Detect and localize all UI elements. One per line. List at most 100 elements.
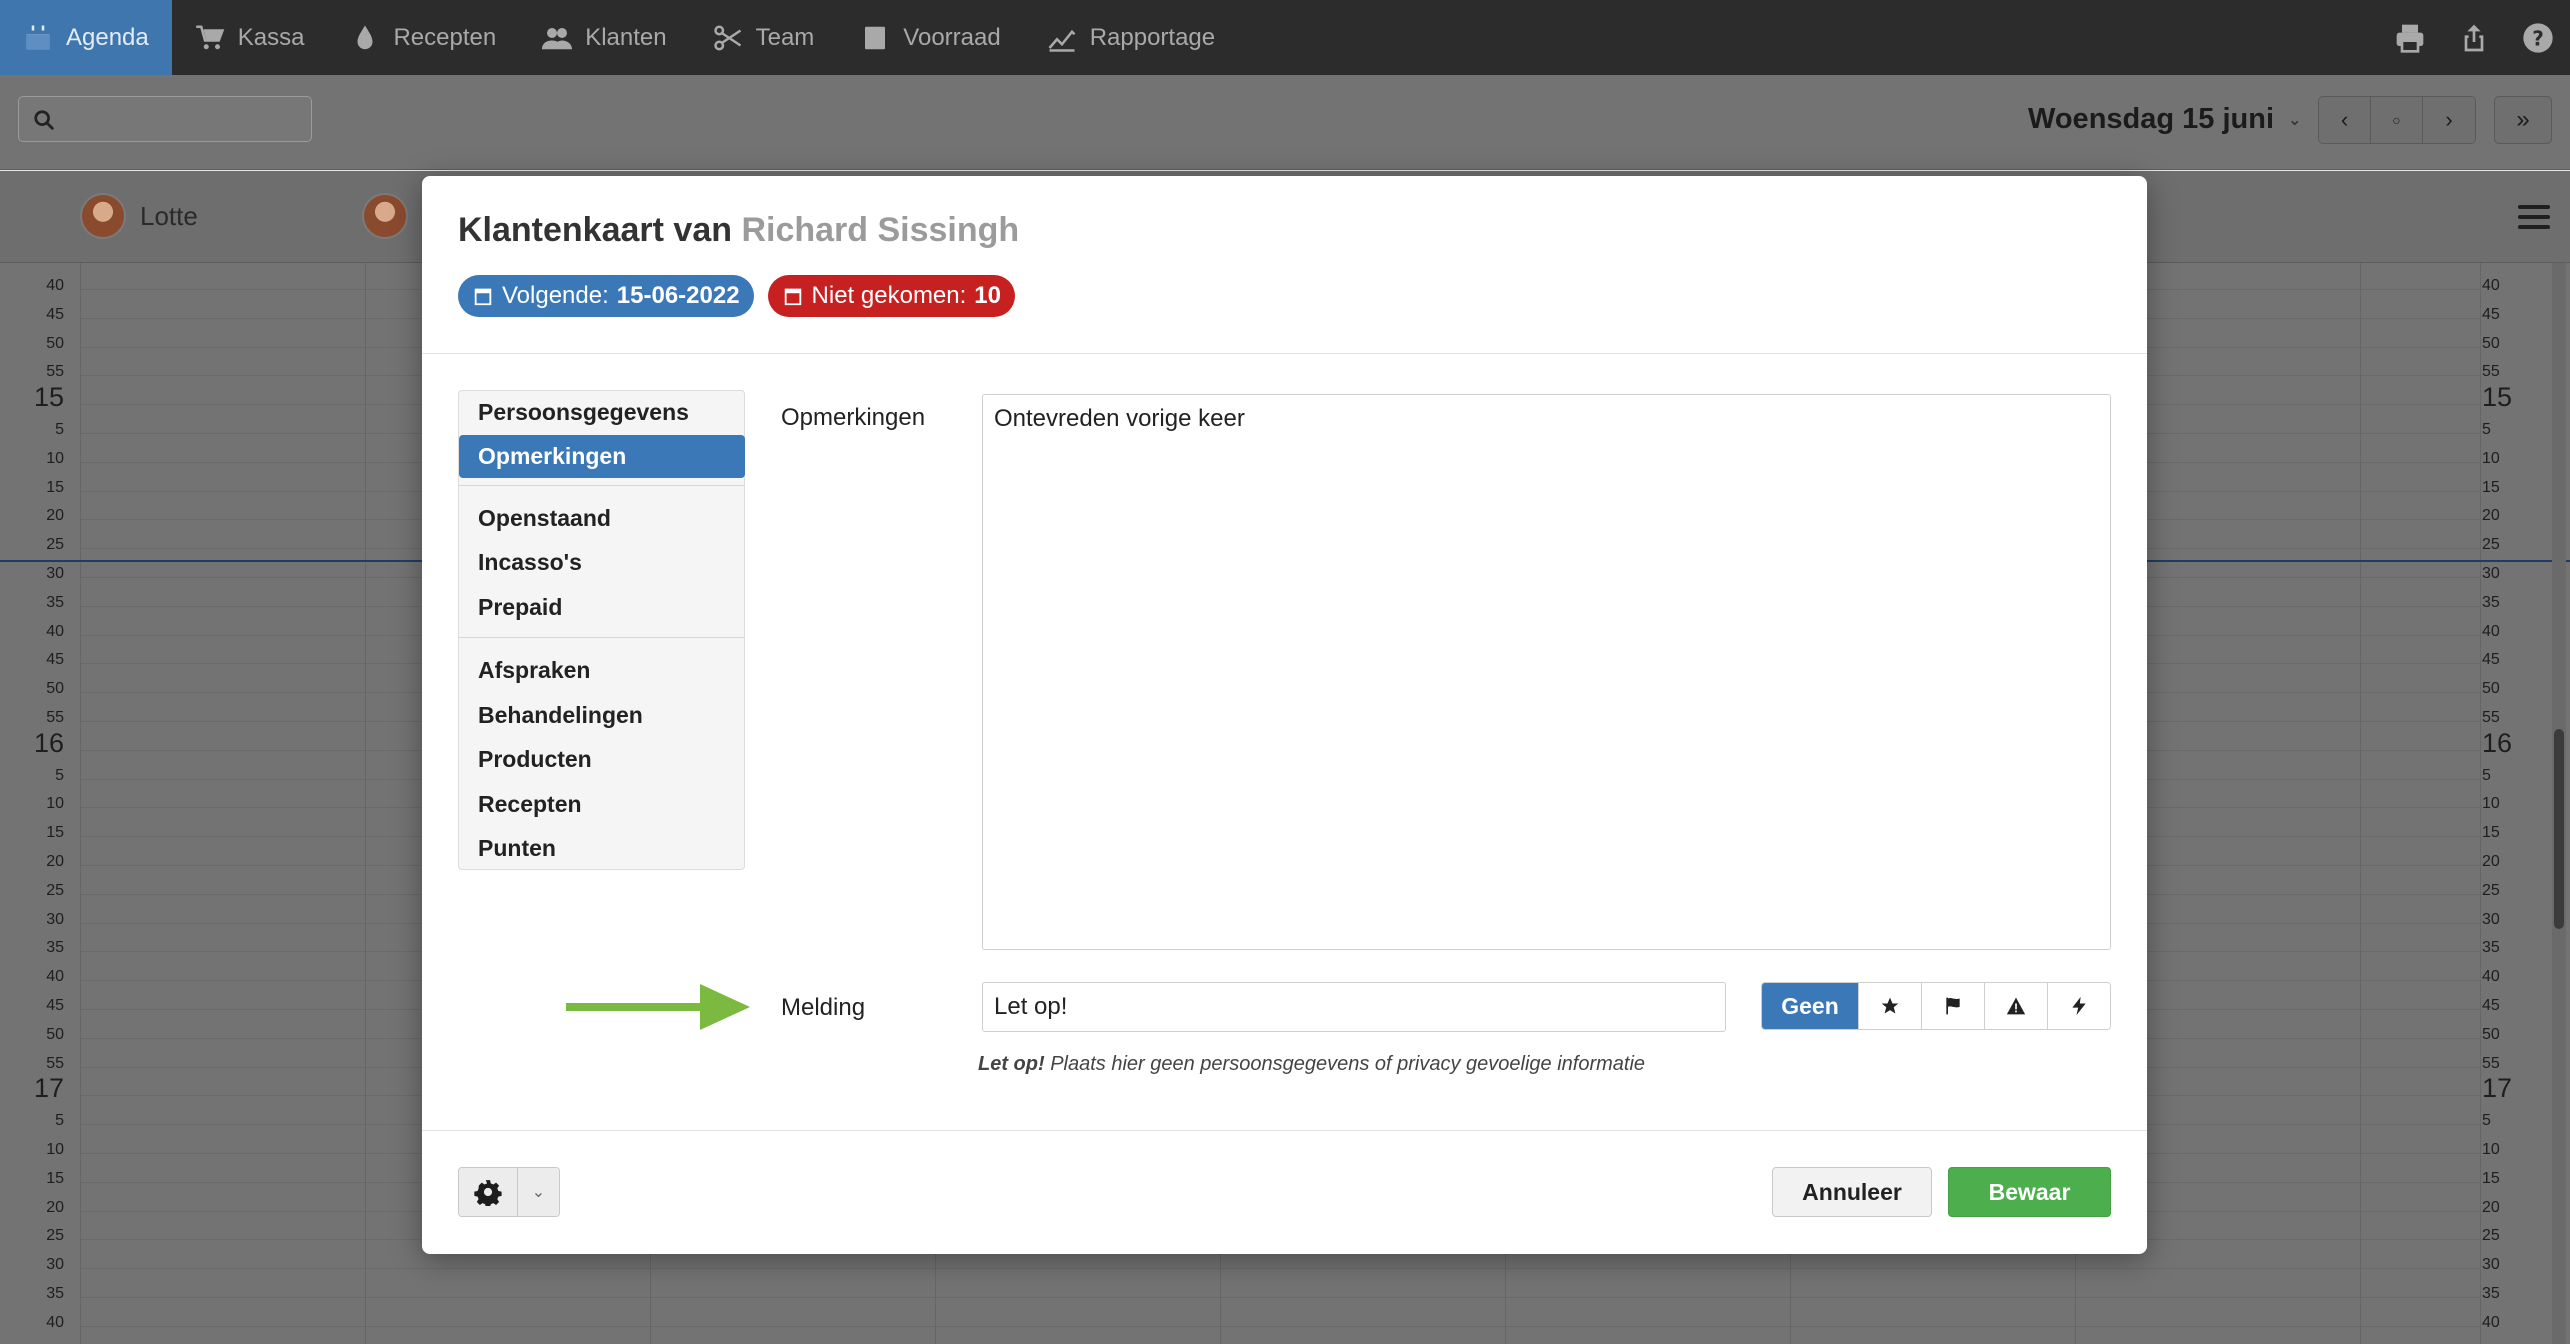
- dialog-header: Klantenkaart van Richard Sissingh Volgen…: [422, 176, 2147, 354]
- minute-label: 5: [55, 766, 64, 784]
- grid-column-line: [2480, 263, 2481, 1344]
- nav-rapportage[interactable]: Rapportage: [1024, 0, 1238, 75]
- hour-label: 16: [2482, 727, 2513, 758]
- hour-label: 17: [2482, 1073, 2513, 1104]
- dialog-footer: ⌄ Annuleer Bewaar: [422, 1130, 2147, 1254]
- date-selector[interactable]: Woensdag 15 juni ⌄: [2028, 103, 2301, 136]
- melding-hint: Let op! Plaats hier geen persoonsgegeven…: [978, 1053, 1645, 1076]
- minute-label: 40: [2482, 622, 2500, 640]
- nav-recepten[interactable]: Recepten: [327, 0, 519, 75]
- chevron-down-icon: ⌄: [2288, 111, 2302, 129]
- menu-item-prepaid[interactable]: Prepaid: [459, 586, 744, 629]
- minute-label: 25: [2482, 881, 2500, 899]
- minute-label: 25: [2482, 536, 2500, 554]
- top-navigation: Agenda Kassa Recepten Klanten Team Voorr…: [0, 0, 2570, 75]
- staff-name: Lotte: [140, 200, 198, 231]
- melding-input[interactable]: Let op!: [982, 982, 1726, 1032]
- menu-item-producten[interactable]: Producten: [459, 738, 744, 781]
- minute-label: 20: [2482, 507, 2500, 525]
- star-icon: [1881, 997, 1899, 1014]
- minute-label: 10: [46, 795, 64, 813]
- nav-voorraad-label: Voorraad: [903, 23, 1001, 51]
- menu-item-opmerkingen[interactable]: Opmerkingen: [459, 435, 745, 478]
- nav-klanten-label: Klanten: [585, 23, 667, 51]
- minute-label: 25: [46, 1227, 64, 1245]
- minute-label: 30: [2482, 910, 2500, 928]
- nav-rapportage-label: Rapportage: [1089, 23, 1216, 51]
- nav-team[interactable]: Team: [690, 0, 838, 75]
- nav-kassa[interactable]: Kassa: [172, 0, 328, 75]
- hint-bold: Let op!: [978, 1053, 1045, 1075]
- next-day-button[interactable]: ›: [2423, 97, 2475, 143]
- tag-star-button[interactable]: [1858, 983, 1921, 1029]
- minute-label: 40: [2482, 968, 2500, 986]
- minute-label: 15: [2482, 824, 2500, 842]
- minute-label: 45: [2482, 997, 2500, 1014]
- menu-divider: [459, 485, 744, 486]
- minute-label: 15: [46, 478, 64, 496]
- save-button[interactable]: Bewaar: [1948, 1167, 2111, 1217]
- chart-line-icon: [1048, 29, 1076, 52]
- minute-label: 55: [2482, 709, 2500, 726]
- next-appointment-badge[interactable]: Volgende: 15-06-2022: [458, 275, 754, 317]
- minute-label: 10: [46, 1141, 64, 1158]
- minute-label: 30: [46, 565, 64, 582]
- menu-item-persoonsgegevens[interactable]: Persoonsgegevens: [459, 391, 744, 434]
- minute-label: 5: [2482, 766, 2491, 784]
- menu-item-recepten[interactable]: Recepten: [459, 783, 744, 826]
- nav-voorraad[interactable]: Voorraad: [837, 0, 1023, 75]
- menu-item-afspraken[interactable]: Afspraken: [459, 649, 744, 692]
- users-icon: [542, 27, 573, 49]
- today-button[interactable]: ○: [2371, 97, 2423, 143]
- no-show-badge[interactable]: Niet gekomen: 10: [767, 275, 1015, 317]
- tag-flag-button[interactable]: [1921, 983, 1984, 1029]
- search-input[interactable]: [18, 96, 312, 142]
- menu-item-punten[interactable]: Punten: [459, 827, 744, 870]
- minute-label: 30: [46, 910, 64, 928]
- nav-agenda[interactable]: Agenda: [0, 0, 172, 75]
- nav-kassa-label: Kassa: [237, 23, 305, 51]
- menu-item-incassos[interactable]: Incasso's: [459, 541, 744, 584]
- opmerkingen-textarea[interactable]: Ontevreden vorige keer: [982, 394, 2111, 950]
- staff-column-header[interactable]: Lotte: [80, 193, 198, 239]
- print-icon[interactable]: [2378, 0, 2442, 75]
- minute-label: 45: [46, 305, 64, 323]
- tag-none-button[interactable]: Geen: [1762, 983, 1858, 1029]
- flag-icon: [1946, 997, 1960, 1015]
- menu-item-behandelingen[interactable]: Behandelingen: [459, 694, 744, 737]
- tag-bolt-button[interactable]: [2047, 983, 2110, 1029]
- share-icon[interactable]: [2442, 0, 2506, 75]
- cancel-button[interactable]: Annuleer: [1772, 1167, 1932, 1217]
- minute-label: 40: [46, 622, 64, 640]
- nav-klanten[interactable]: Klanten: [519, 0, 689, 75]
- help-icon[interactable]: ?: [2506, 0, 2570, 75]
- fast-forward-button[interactable]: »: [2494, 96, 2552, 144]
- minute-label: 20: [2482, 1198, 2500, 1216]
- scrollbar[interactable]: [2552, 263, 2566, 1344]
- minute-label: 50: [2482, 334, 2500, 352]
- arrow-right-icon: [566, 984, 750, 1030]
- hour-label: 15: [33, 382, 64, 413]
- badge-row: Volgende: 15-06-2022 Niet gekomen: 10: [458, 275, 1015, 317]
- search-icon: [34, 110, 55, 131]
- minute-label: 50: [2482, 1025, 2500, 1043]
- chevron-down-icon[interactable]: ⌄: [517, 1168, 559, 1216]
- badge-next-label: Volgende:: [502, 282, 609, 309]
- hint-text: Plaats hier geen persoonsgegevens of pri…: [1044, 1053, 1646, 1075]
- minute-label: 10: [2482, 795, 2500, 813]
- avatar: [362, 193, 408, 239]
- menu-icon[interactable]: [2518, 205, 2550, 235]
- nav-recepten-label: Recepten: [393, 23, 497, 51]
- tag-warning-button[interactable]: [1984, 983, 2047, 1029]
- minute-label: 10: [2482, 1141, 2500, 1158]
- prev-day-button[interactable]: ‹: [2319, 97, 2371, 143]
- time-column-right: 40 45 50 55 15 5 10 15 20 25 30 35 40 45 50 55 16 5 10 15 20…: [2480, 263, 2560, 1344]
- title-prefix: Klantenkaart van: [458, 211, 732, 249]
- minute-label: 55: [46, 1054, 64, 1072]
- staff-column-header[interactable]: [362, 193, 408, 239]
- top-right-actions: ?: [2378, 0, 2570, 75]
- minute-label: 40: [46, 277, 64, 294]
- settings-button[interactable]: [459, 1168, 517, 1216]
- menu-item-openstaand[interactable]: Openstaand: [459, 497, 744, 540]
- cart-icon: [196, 25, 225, 49]
